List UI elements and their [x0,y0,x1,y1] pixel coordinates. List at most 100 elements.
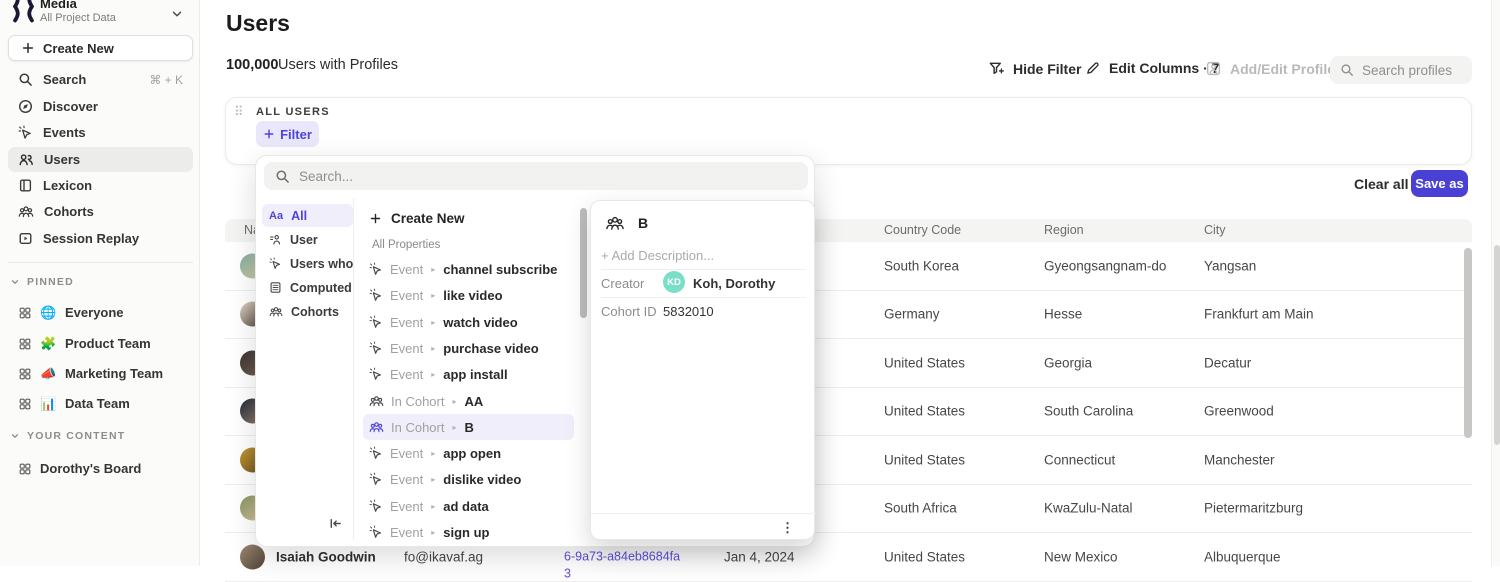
category-tab-user[interactable]: User [262,228,353,251]
event-cursor-icon [18,125,33,140]
add-edit-profile-button[interactable]: Add/Edit Profile [1205,60,1335,77]
profiles-search-input[interactable] [1362,63,1462,78]
more-options-icon[interactable]: ⋮ [781,521,794,534]
project-name: Media [40,0,116,11]
menu-item-event-sign-up[interactable]: Event▸sign up [363,519,574,545]
search-shortcut: ⌘ + K [149,73,183,87]
user-icon [269,233,282,246]
menu-item-event-app-open[interactable]: Event▸app open [363,440,574,466]
page-scrollbar[interactable] [1491,0,1500,566]
sidebar-divider [8,262,193,263]
menu-item-event-ad-data[interactable]: Event▸ad data [363,493,574,519]
app-logo-icon [10,0,37,23]
category-tab-cohorts[interactable]: Cohorts [262,300,353,323]
collapse-panel-icon[interactable] [328,516,343,531]
sidebar-item-search[interactable]: Search ⌘ + K [8,67,193,92]
sidebar-item-users[interactable]: Users [8,147,193,172]
project-switcher[interactable]: Media All Project Data [40,0,116,24]
event-cursor-icon [369,262,383,276]
profile-count-caption: Users with Profiles [278,57,398,73]
chevron-down-icon[interactable] [170,7,184,21]
menu-item-event-like-video[interactable]: Event▸like video [363,282,574,308]
cohort-detail-popover: B + Add Description... Creator KD Koh, D… [590,200,815,540]
menu-item-event-purchase-video[interactable]: Event▸purchase video [363,335,574,361]
sidebar-board-data-team[interactable]: 📊 Data Team [8,391,193,416]
dropdown-divider [353,198,354,540]
sidebar-item-session-replay[interactable]: Session Replay [8,226,193,251]
text-aa-icon: Aa [269,210,283,222]
dropdown-create-new[interactable]: Create New [361,206,576,230]
cohorts-icon [605,214,625,232]
drag-handle-icon[interactable]: ⠿ [234,104,244,120]
plus-icon [21,41,35,55]
divider [601,269,806,270]
menu-item-event-dislike-video[interactable]: Event▸dislike video [363,466,574,492]
pinned-section-header[interactable]: PINNED [10,276,74,288]
create-new-button[interactable]: Create New [8,35,193,61]
sidebar-board-everyone[interactable]: 🌐 Everyone [8,300,193,325]
megaphone-emoji-icon: 📣 [40,366,57,382]
profiles-search[interactable] [1330,56,1472,84]
board-grid-icon [18,306,32,320]
event-cursor-icon [369,341,383,355]
cohort-id-value: 5832010 [663,304,714,319]
cohorts-icon [369,394,384,408]
table-scrollbar[interactable] [1464,248,1472,438]
category-tab-computed[interactable]: Computed [262,276,353,299]
event-cursor-icon [369,472,383,486]
column-header-region[interactable]: Region [1044,223,1084,237]
event-cursor-icon [369,446,383,460]
category-tab-all[interactable]: Aa All [262,204,353,227]
dropdown-scrollbar[interactable] [580,208,587,318]
sidebar: Media All Project Data Create New Search… [0,0,200,566]
menu-item-event-app-install[interactable]: Event▸app install [363,361,574,387]
event-cursor-icon [269,257,282,270]
creator-label: Creator [601,276,644,291]
globe-emoji-icon: 🌐 [40,305,57,321]
divider [591,513,816,514]
sidebar-item-events[interactable]: Events [8,120,193,145]
event-cursor-icon [369,288,383,302]
person-badge-icon [1205,60,1222,77]
sidebar-board-marketing-team[interactable]: 📣 Marketing Team [8,361,193,386]
event-cursor-icon [369,315,383,329]
cohorts-icon [269,305,283,318]
clear-all-button[interactable]: Clear all [1354,176,1408,192]
board-grid-icon [18,367,32,381]
sidebar-board-product-team[interactable]: 🧩 Product Team [8,331,193,356]
divider [601,297,806,298]
save-as-button[interactable]: Save as [1411,170,1468,197]
add-filter-button[interactable]: Filter [256,121,319,147]
category-tab-users-who-did[interactable]: Users who di... [262,252,353,275]
menu-item-event-channel-subscribe[interactable]: Event▸channel subscribe [363,256,574,282]
menu-item-cohort-aa[interactable]: In Cohort▸AA [363,388,574,414]
search-icon [275,169,290,184]
book-icon [18,178,33,193]
menu-item-cohort-b[interactable]: In Cohort▸B [363,414,574,440]
chevron-down-icon [10,277,20,287]
creator-avatar: KD [663,271,685,293]
chevron-down-icon [10,431,20,441]
event-cursor-icon [369,525,383,539]
board-grid-icon [18,397,32,411]
sidebar-item-discover[interactable]: Discover [8,94,193,119]
search-icon [18,72,33,87]
sidebar-item-cohorts[interactable]: Cohorts [8,199,193,224]
sidebar-item-lexicon[interactable]: Lexicon [8,173,193,198]
edit-columns-button[interactable]: Edit Columns · 7 [1085,60,1219,76]
column-header-city[interactable]: City [1204,223,1226,237]
compass-icon [18,99,33,114]
dropdown-search[interactable] [264,162,808,190]
cohorts-icon [18,204,34,219]
menu-item-event-watch-video[interactable]: Event▸watch video [363,309,574,335]
event-cursor-icon [369,499,383,513]
hide-filter-button[interactable]: Hide Filter [988,60,1081,77]
project-subtitle: All Project Data [40,12,116,24]
add-description-link[interactable]: + Add Description... [601,248,714,263]
group-label: All Properties [372,239,440,251]
sidebar-board-dorothys-board[interactable]: Dorothy's Board [8,456,193,481]
column-header-country-code[interactable]: Country Code [884,223,961,237]
cohorts-icon [369,420,384,434]
your-content-section-header[interactable]: YOUR CONTENT [10,430,125,442]
dropdown-search-input[interactable] [299,169,779,184]
